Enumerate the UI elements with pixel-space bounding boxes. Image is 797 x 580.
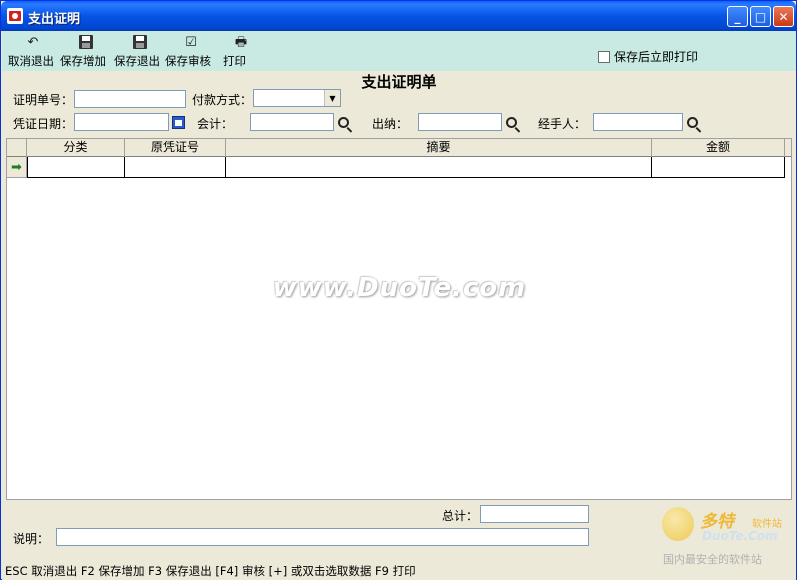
cancel-exit-label: 取消退出 [8, 54, 54, 68]
printer-icon: 🖶 [234, 35, 248, 50]
voucher-date-label: 凭证日期： [13, 117, 74, 131]
cell-voucher-no[interactable] [125, 157, 226, 178]
magnifier-icon [686, 116, 698, 128]
save-exit-label: 保存退出 [114, 54, 160, 68]
form-header: 支出证明单 证明单号： 付款方式： ▼ 凭证日期： 会计： 出纳： 经手人： [2, 71, 796, 137]
print-after-save-checkbox[interactable]: 保存后立即打印 [598, 48, 698, 65]
app-icon[interactable] [7, 8, 23, 24]
cashier-label: 出纳： [372, 117, 409, 131]
chevron-down-icon[interactable]: ▼ [324, 90, 340, 106]
logo-tagline: 国内最安全的软件站 [663, 553, 762, 566]
column-header-voucher-no[interactable]: 原凭证号 [125, 139, 226, 157]
note-input[interactable] [56, 528, 589, 546]
checkbox-box[interactable] [598, 50, 610, 63]
undo-icon: ↶ [27, 35, 39, 50]
logo-small-text: 软件站 [752, 519, 782, 530]
note-label: 说明： [13, 532, 50, 546]
voucher-date-input[interactable] [74, 113, 169, 131]
handler-lookup-button[interactable] [683, 113, 701, 131]
watermark-text: www.DuoTe.com [272, 273, 527, 303]
print-after-save-label: 保存后立即打印 [614, 50, 699, 64]
column-header-amount[interactable]: 金额 [652, 139, 785, 157]
maximize-button[interactable]: □ [750, 6, 771, 27]
site-logo: 多特 软件站 DuoTe.Com 国内最安全的软件站 [660, 505, 796, 567]
table-row[interactable]: ➡ [7, 157, 791, 178]
accountant-lookup-button[interactable] [334, 113, 352, 131]
calendar-icon [171, 115, 185, 129]
voucher-no-input[interactable] [74, 90, 186, 108]
cell-amount[interactable] [652, 157, 785, 178]
voucher-no-label: 证明单号： [13, 93, 74, 107]
cashier-input[interactable] [418, 113, 502, 131]
window-title: 支出证明 [28, 12, 81, 27]
save-add-button[interactable]: 保存增加 [60, 35, 112, 71]
accountant-input[interactable] [250, 113, 334, 131]
logo-url: DuoTe.Com [702, 529, 778, 543]
title-bar[interactable]: 支出证明 _ □ ✕ [1, 1, 796, 31]
app-window: 支出证明 _ □ ✕ ↶ 取消退出 保存增加 保存退出 ☑ 保存审核 🖶 打印 … [0, 0, 797, 580]
handler-input[interactable] [593, 113, 683, 131]
form-title: 支出证明单 [361, 73, 437, 91]
total-label: 总计： [442, 509, 479, 523]
column-header-summary[interactable]: 摘要 [226, 139, 652, 157]
magnifier-icon [505, 116, 517, 128]
grid-header: 分类 原凭证号 摘要 金额 [7, 139, 791, 157]
print-button[interactable]: 🖶 打印 [223, 35, 259, 71]
checkbox-check-icon: ☑ [185, 35, 197, 50]
calendar-button[interactable] [169, 113, 187, 131]
footer: 总计： 说明： ESC 取消退出 F2 保存增加 F3 保存退出 [F4] 审核… [2, 501, 796, 580]
cashier-lookup-button[interactable] [502, 113, 520, 131]
floppy-icon [114, 35, 166, 51]
payment-method-select[interactable]: ▼ [253, 89, 341, 107]
mascot-icon [662, 507, 694, 541]
save-exit-button[interactable]: 保存退出 [114, 35, 166, 71]
arrow-right-icon: ➡ [7, 157, 27, 178]
toolbar: ↶ 取消退出 保存增加 保存退出 ☑ 保存审核 🖶 打印 保存后立即打印 [2, 31, 796, 71]
row-indicator-header [7, 139, 27, 157]
save-audit-button[interactable]: ☑ 保存审核 [165, 35, 217, 71]
handler-label: 经手人： [538, 117, 587, 131]
save-audit-label: 保存审核 [165, 54, 211, 68]
save-add-label: 保存增加 [60, 54, 106, 68]
cancel-exit-button[interactable]: ↶ 取消退出 [8, 35, 58, 71]
magnifier-icon [337, 116, 349, 128]
shortcut-help: ESC 取消退出 F2 保存增加 F3 保存退出 [F4] 审核 [+] 或双击… [5, 564, 416, 578]
cell-category[interactable] [27, 157, 125, 178]
floppy-icon [60, 35, 112, 51]
print-label: 打印 [223, 54, 246, 68]
close-button[interactable]: ✕ [773, 6, 794, 27]
column-header-category[interactable]: 分类 [27, 139, 125, 157]
minimize-button[interactable]: _ [727, 6, 748, 27]
accountant-label: 会计： [197, 117, 234, 131]
detail-grid[interactable]: 分类 原凭证号 摘要 金额 ➡ [6, 138, 792, 500]
payment-method-label: 付款方式： [192, 93, 253, 107]
cell-summary[interactable] [226, 157, 652, 178]
total-field [480, 505, 589, 523]
